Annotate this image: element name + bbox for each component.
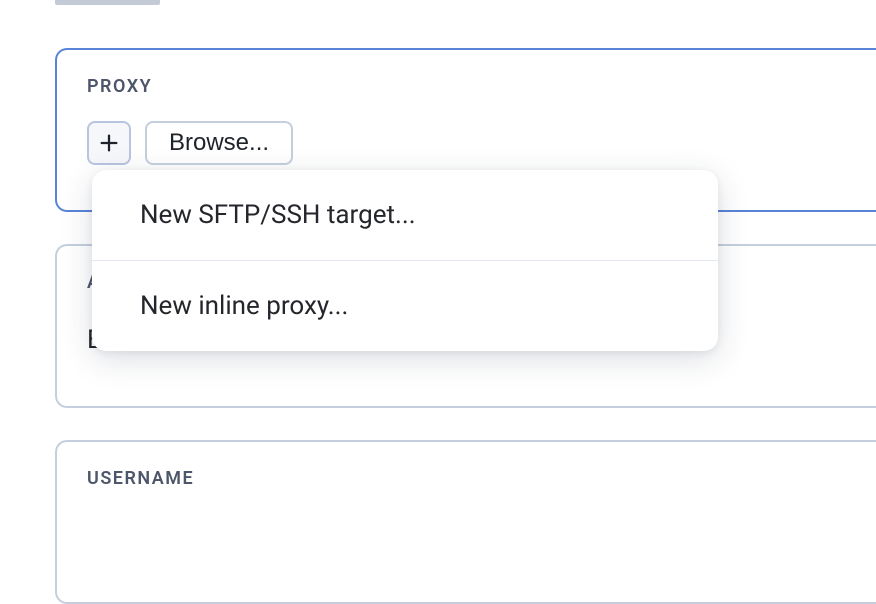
- username-section: USERNAME: [55, 440, 876, 604]
- username-label: USERNAME: [57, 442, 876, 489]
- browse-button-label: Browse...: [169, 129, 269, 157]
- plus-icon: [98, 132, 120, 154]
- tab-indicator: [55, 0, 160, 5]
- proxy-label: PROXY: [57, 50, 876, 97]
- browse-button[interactable]: Browse...: [145, 121, 293, 165]
- proxy-dropdown-menu: New SFTP/SSH target... New inline proxy.…: [92, 170, 718, 351]
- dropdown-item-sftp-ssh[interactable]: New SFTP/SSH target...: [92, 170, 718, 261]
- add-proxy-button[interactable]: [87, 121, 131, 165]
- dropdown-item-inline-proxy[interactable]: New inline proxy...: [92, 261, 718, 351]
